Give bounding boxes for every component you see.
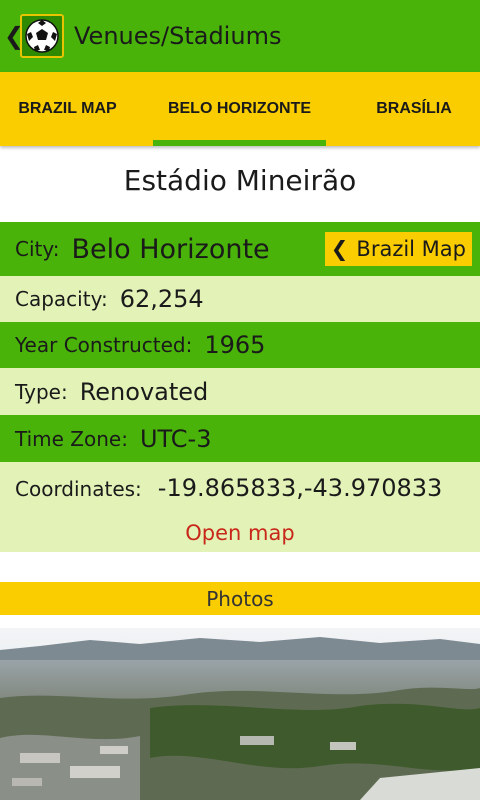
type-label: Type: [15, 379, 68, 404]
capacity-label: Capacity: [15, 287, 108, 311]
coordinates-value: -19.865833,-43.970833 [157, 474, 443, 502]
chevron-left-icon: ❮ [330, 237, 349, 261]
brazil-map-button[interactable]: ❮ Brazil Map [324, 232, 472, 266]
stadium-city-photo[interactable] [0, 628, 480, 800]
year-row: Year Constructed: 1965 [0, 322, 480, 368]
city-row: City: Belo Horizonte ❮ Brazil Map [0, 222, 480, 276]
timezone-label: Time Zone: [15, 426, 128, 451]
screen-title: Venues/Stadiums [74, 22, 282, 50]
soccer-ball-icon[interactable] [20, 14, 64, 58]
city-label: City: [15, 237, 60, 261]
brazil-map-label: Brazil Map [356, 237, 466, 261]
year-label: Year Constructed: [15, 333, 193, 357]
venue-title: Estádio Mineirão [123, 163, 357, 197]
coordinates-label: Coordinates: [15, 477, 142, 501]
type-row: Type: Renovated [0, 368, 480, 415]
photos-header: Photos [0, 582, 480, 615]
capacity-row: Capacity: 62,254 [0, 276, 480, 322]
tab-brazil-map[interactable]: BRAZIL MAP [0, 72, 135, 146]
tab-belo-horizonte[interactable]: BELO HORIZONTE [153, 72, 326, 146]
capacity-value: 62,254 [119, 285, 204, 313]
tab-brasilia[interactable]: BRASÍLIA [360, 72, 468, 146]
type-value: Renovated [79, 377, 209, 406]
action-bar: ❮ Venues/Stadiums [0, 0, 480, 72]
city-value: Belo Horizonte [71, 233, 270, 265]
tab-label: BRASÍLIA [376, 100, 452, 117]
open-map-link[interactable]: Open map [0, 515, 480, 551]
year-value: 1965 [204, 331, 266, 359]
tab-bar: BRAZIL MAP BELO HORIZONTE BRASÍLIA [0, 72, 480, 146]
tab-label: BRAZIL MAP [18, 100, 117, 117]
timezone-value: UTC-3 [139, 424, 212, 453]
tab-label: BELO HORIZONTE [167, 100, 312, 117]
chevron-left-icon[interactable]: ❮ [4, 24, 24, 48]
timezone-row: Time Zone: UTC-3 [0, 415, 480, 462]
